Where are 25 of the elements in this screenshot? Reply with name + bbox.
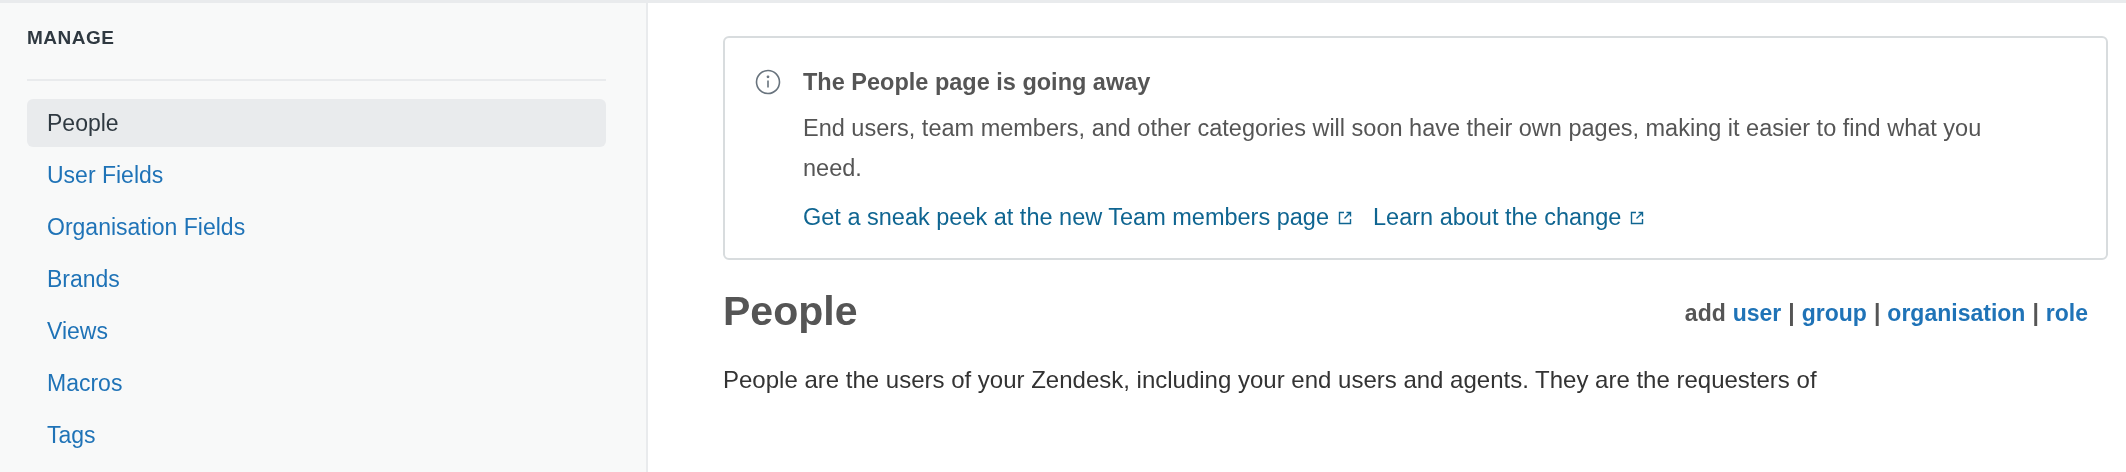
separator: | [1873,298,1881,328]
add-link[interactable]: group [1801,295,1867,330]
notice-link[interactable]: Learn about the change [1373,202,1646,232]
sidebar-item[interactable]: People [27,99,606,147]
notice-title: The People page is going away [803,68,1152,96]
page-description: People are the users of your Zendesk, including your end users and agents. They are the requesters of [723,365,1818,395]
add-link[interactable]: role [2045,295,2088,330]
external-link-icon [1629,210,1646,226]
add-link[interactable]: user [1732,295,1782,330]
sidebar-item[interactable]: Organisation Fields [27,203,606,251]
external-link-icon [1337,210,1353,226]
sidebar-item[interactable]: Views [27,307,606,355]
page-title: People [723,287,858,336]
sidebar-item[interactable]: Macros [27,359,606,407]
info-icon [755,69,781,95]
separator: | [1788,298,1795,328]
sidebar-item[interactable]: Tags [27,411,606,459]
add-link[interactable]: organisation [1887,295,2026,330]
notice-link[interactable]: Get a sneak peek at the new Team members page [803,202,1353,232]
notice-text: End users, team members, and other categories will soon have their own pages, making it easier to find what you need. [803,114,1983,183]
sidebar-item[interactable]: Brands [27,255,606,303]
sidebar-item[interactable]: User Fields [27,151,606,199]
add-label: add [1684,298,1726,328]
sidebar-heading: MANAGE [27,26,116,50]
separator: | [2032,298,2039,328]
